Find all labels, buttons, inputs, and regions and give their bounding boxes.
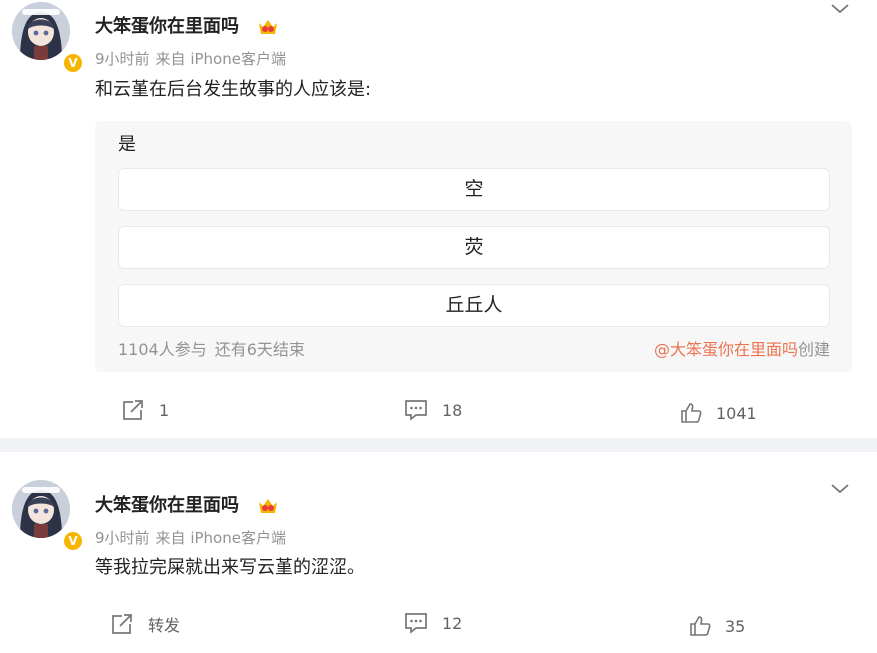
post-card-2: V 大笨蛋你在里面吗 9小时前 来自 iPhone客户端 等我拉完屎就出来写云堇的… [0,452,877,653]
comment-button[interactable]: 12 [404,612,462,634]
poll-participants: 1104人参与 [118,340,207,359]
poll-question: 是 [118,134,136,155]
crown-icon [257,17,279,41]
post-meta: 9小时前 来自 iPhone客户端 [95,528,286,548]
poll-creator-link[interactable]: @大笨蛋你在里面吗 [654,340,798,359]
post-card-1: V 大笨蛋你在里面吗 9小时前 来自 iPhone客户端 和云堇在后台发生故事的人… [0,0,877,438]
post-content: 和云堇在后台发生故事的人应该是: [95,79,372,100]
post-meta: 9小时前 来自 iPhone客户端 [95,49,286,69]
username[interactable]: 大笨蛋你在里面吗 [95,494,239,518]
comment-button[interactable]: 18 [404,399,462,421]
feed-divider [0,438,877,452]
poll-creator-suffix: 创建 [797,340,830,359]
chevron-down-icon[interactable] [830,0,850,19]
share-icon [112,614,132,634]
avatar[interactable] [12,2,70,60]
poll-option[interactable]: 丘丘人 [118,284,830,327]
avatar[interactable] [12,480,70,538]
poll-option[interactable]: 空 [118,168,830,211]
repost-button[interactable]: 转发 [110,612,180,636]
poll-stats: 1104人参与 还有6天结束 [118,340,305,360]
comment-count: 12 [442,613,463,633]
post-content: 等我拉完屎就出来写云堇的涩涩。 [95,557,365,578]
comment-icon [405,400,427,421]
username[interactable]: 大笨蛋你在里面吗 [95,15,239,39]
like-button[interactable]: 1041 [680,402,757,424]
repost-count: 1 [159,400,170,420]
post-time[interactable]: 9小时前 [95,50,150,68]
post-time[interactable]: 9小时前 [95,529,150,547]
thumbs-up-icon [681,403,702,423]
poll-option[interactable]: 荧 [118,226,830,269]
like-count: 35 [725,616,746,636]
poll-remaining: 还有6天结束 [214,340,305,359]
poll-creator: @大笨蛋你在里面吗创建 [654,340,830,360]
thumbs-up-icon [690,616,711,636]
poll-card: 是 空 荧 丘丘人 1104人参与 还有6天结束 @大笨蛋你在里面吗创建 [95,121,852,372]
repost-label: 转发 [148,616,181,635]
verified-badge-icon: V [62,52,84,74]
post-source: 来自 iPhone客户端 [155,529,286,547]
post-source: 来自 iPhone客户端 [155,50,286,68]
repost-button[interactable]: 1 [121,399,169,421]
chevron-down-icon[interactable] [830,480,850,499]
verified-badge-icon: V [62,530,84,552]
comment-count: 18 [442,400,463,420]
crown-icon [257,496,279,520]
share-icon [123,400,143,420]
like-button[interactable]: 35 [689,615,745,637]
comment-icon [405,613,427,634]
like-count: 1041 [716,403,757,423]
